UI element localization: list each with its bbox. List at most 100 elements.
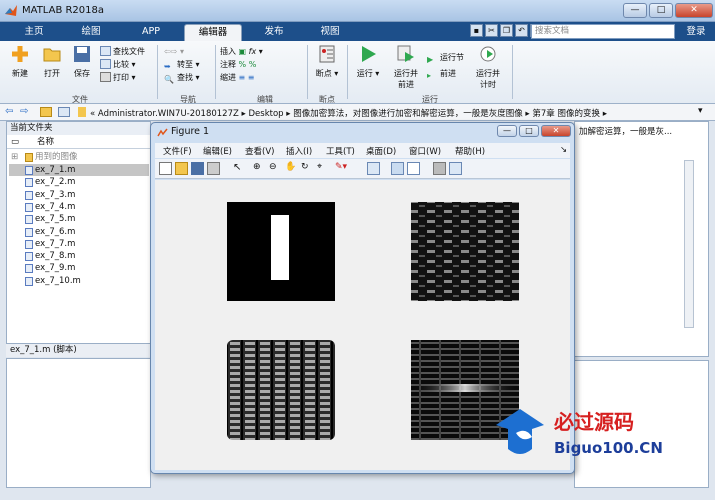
column-header[interactable]: ▭ 名称 bbox=[7, 136, 150, 149]
hide-plot-tools-icon[interactable] bbox=[433, 162, 446, 175]
undo-icon[interactable]: ↶ bbox=[515, 24, 528, 37]
path-dropdown-icon[interactable]: ▾ bbox=[698, 106, 703, 116]
menu-edit[interactable]: 编辑(E) bbox=[203, 145, 232, 157]
menu-help[interactable]: 帮助(H) bbox=[455, 145, 485, 157]
print-label: 打印 bbox=[113, 73, 129, 82]
file-item[interactable]: ex_7_2.m bbox=[9, 176, 149, 188]
back-icon[interactable]: ⇦ bbox=[5, 106, 13, 117]
data-cursor-icon[interactable]: ⌖ bbox=[317, 162, 330, 175]
menu-desktop[interactable]: 桌面(D) bbox=[366, 145, 396, 157]
insert-button[interactable]: 插入 ▣ fx ▾ bbox=[220, 45, 263, 58]
legend-icon[interactable] bbox=[407, 162, 420, 175]
folder-item[interactable]: ⊞ 用到的图像 bbox=[9, 151, 149, 163]
tab-plots[interactable]: 绘图 bbox=[68, 24, 114, 41]
menu-window[interactable]: 窗口(W) bbox=[409, 145, 441, 157]
login-button[interactable]: 登录 bbox=[679, 23, 713, 40]
menu-tools[interactable]: 工具(T) bbox=[326, 145, 355, 157]
file-item[interactable]: ex_7_8.m bbox=[9, 250, 149, 262]
new-button[interactable]: 新建 bbox=[6, 44, 34, 79]
indent-button[interactable]: 缩进 ≡ ≡ bbox=[220, 71, 263, 84]
menu-insert[interactable]: 插入(I) bbox=[286, 145, 312, 157]
toolstrip: 新建 打开 保存 查找文件 比较 ▾ 打印 ▾ 文件 ⇦⇨ ▾ ➥ 转至 ▾ 🔍 查… bbox=[0, 41, 715, 104]
print-icon[interactable] bbox=[207, 162, 220, 175]
open-icon[interactable] bbox=[175, 162, 188, 175]
image-rectangle bbox=[271, 215, 289, 280]
breakpoints-button[interactable]: 断点 ▾ bbox=[313, 44, 341, 79]
search-documentation-input[interactable]: 搜索文档 bbox=[531, 24, 675, 39]
file-item[interactable]: ex_7_1.m bbox=[9, 164, 149, 176]
tab-apps[interactable]: APP bbox=[126, 24, 176, 41]
brush-icon[interactable]: ✎▾ bbox=[335, 162, 348, 175]
browse-icon[interactable] bbox=[58, 107, 70, 117]
file-item[interactable]: ex_7_3.m bbox=[9, 189, 149, 201]
file-item[interactable]: ex_7_4.m bbox=[9, 201, 149, 213]
file-item[interactable]: ex_7_7.m bbox=[9, 238, 149, 250]
save-button[interactable]: 保存 bbox=[68, 44, 96, 79]
find-files-button[interactable]: 查找文件 bbox=[100, 45, 145, 58]
run-button[interactable]: 运行 ▾ bbox=[354, 44, 382, 79]
rotate-icon[interactable]: ↻ bbox=[301, 162, 314, 175]
current-path[interactable]: « Administrator.WIN7U-20180127Z ▸ Deskto… bbox=[90, 107, 607, 119]
tab-publish[interactable]: 发布 bbox=[252, 24, 296, 41]
comment-button[interactable]: 注释 % % bbox=[220, 58, 263, 71]
find-button[interactable]: 🔍 查找 ▾ bbox=[164, 71, 200, 84]
save-icon[interactable] bbox=[191, 162, 204, 175]
tab-home[interactable]: 主页 bbox=[14, 24, 54, 41]
current-folder-panel: 当前文件夹 ▭ 名称 ⊞ 用到的图像 ex_7_1.m ex_7_2.m ex_7_3.… bbox=[6, 121, 151, 357]
comment-label: 注释 bbox=[220, 60, 236, 69]
link-plot-icon[interactable] bbox=[367, 162, 380, 175]
file-item[interactable]: ex_7_10.m bbox=[9, 275, 149, 287]
details-panel bbox=[6, 358, 151, 488]
copy-icon[interactable]: ❐ bbox=[500, 24, 513, 37]
run-section-button[interactable]: ▶ 运行节 bbox=[427, 51, 464, 67]
menu-view[interactable]: 查看(V) bbox=[245, 145, 274, 157]
file-item[interactable]: ex_7_6.m bbox=[9, 226, 149, 238]
close-button[interactable]: ✕ bbox=[675, 3, 713, 18]
colorbar-icon[interactable] bbox=[391, 162, 404, 175]
insert-icon: ▣ bbox=[238, 47, 247, 56]
forward-icon[interactable]: ⇨ bbox=[20, 106, 28, 117]
print-icon bbox=[100, 72, 111, 82]
figure-minimize-button[interactable]: — bbox=[497, 125, 517, 137]
save-icon[interactable]: ▪ bbox=[470, 24, 483, 37]
pointer-icon[interactable]: ↖ bbox=[233, 162, 246, 175]
file-name: ex_7_4.m bbox=[35, 201, 76, 212]
open-button[interactable]: 打开 bbox=[38, 44, 66, 79]
scrollbar[interactable] bbox=[684, 160, 694, 328]
find-icon: 🔍 bbox=[164, 75, 174, 84]
tab-editor[interactable]: 编辑器 bbox=[184, 24, 242, 41]
figure-maximize-button[interactable]: □ bbox=[519, 125, 539, 137]
file-item[interactable]: ex_7_5.m bbox=[9, 213, 149, 225]
tab-view[interactable]: 视图 bbox=[306, 24, 354, 41]
breakpoints-label: 断点 bbox=[315, 69, 332, 78]
image-highlight-band bbox=[411, 384, 519, 392]
open-label: 打开 bbox=[44, 69, 60, 78]
breakpoints-icon bbox=[319, 45, 335, 63]
run-time-icon bbox=[480, 46, 496, 62]
advance-button[interactable]: ▸ 前进 bbox=[427, 67, 464, 83]
dock-icon[interactable]: ↘ bbox=[560, 145, 567, 155]
nav-arrows-icon[interactable]: ⇦⇨ ▾ bbox=[164, 45, 200, 58]
figure-close-button[interactable]: ✕ bbox=[541, 125, 571, 137]
folder-icon[interactable] bbox=[40, 107, 52, 117]
window-title: MATLAB R2018a bbox=[22, 5, 105, 16]
menu-file[interactable]: 文件(F) bbox=[163, 145, 192, 157]
compare-button[interactable]: 比较 ▾ bbox=[100, 58, 145, 71]
goto-button[interactable]: ➥ 转至 ▾ bbox=[164, 58, 200, 71]
minimize-button[interactable]: — bbox=[623, 3, 647, 18]
zoom-in-icon[interactable]: ⊕ bbox=[253, 162, 266, 175]
maximize-button[interactable]: □ bbox=[649, 3, 673, 18]
address-bar: ⇦ ⇨ « Administrator.WIN7U-20180127Z ▸ De… bbox=[0, 104, 715, 121]
save-icon bbox=[74, 46, 90, 62]
show-plot-tools-icon[interactable] bbox=[449, 162, 462, 175]
file-item[interactable]: ex_7_9.m bbox=[9, 262, 149, 274]
run-and-time-button[interactable]: 运行并 计时 bbox=[472, 44, 504, 90]
new-figure-icon[interactable] bbox=[159, 162, 172, 175]
zoom-out-icon[interactable]: ⊖ bbox=[269, 162, 282, 175]
m-file-icon bbox=[25, 252, 33, 262]
pan-icon[interactable]: ✋ bbox=[285, 162, 298, 175]
cut-icon[interactable]: ✂ bbox=[485, 24, 498, 37]
print-button[interactable]: 打印 ▾ bbox=[100, 71, 145, 84]
divider bbox=[307, 45, 308, 99]
run-advance-button[interactable]: 运行并 前进 bbox=[390, 44, 422, 90]
